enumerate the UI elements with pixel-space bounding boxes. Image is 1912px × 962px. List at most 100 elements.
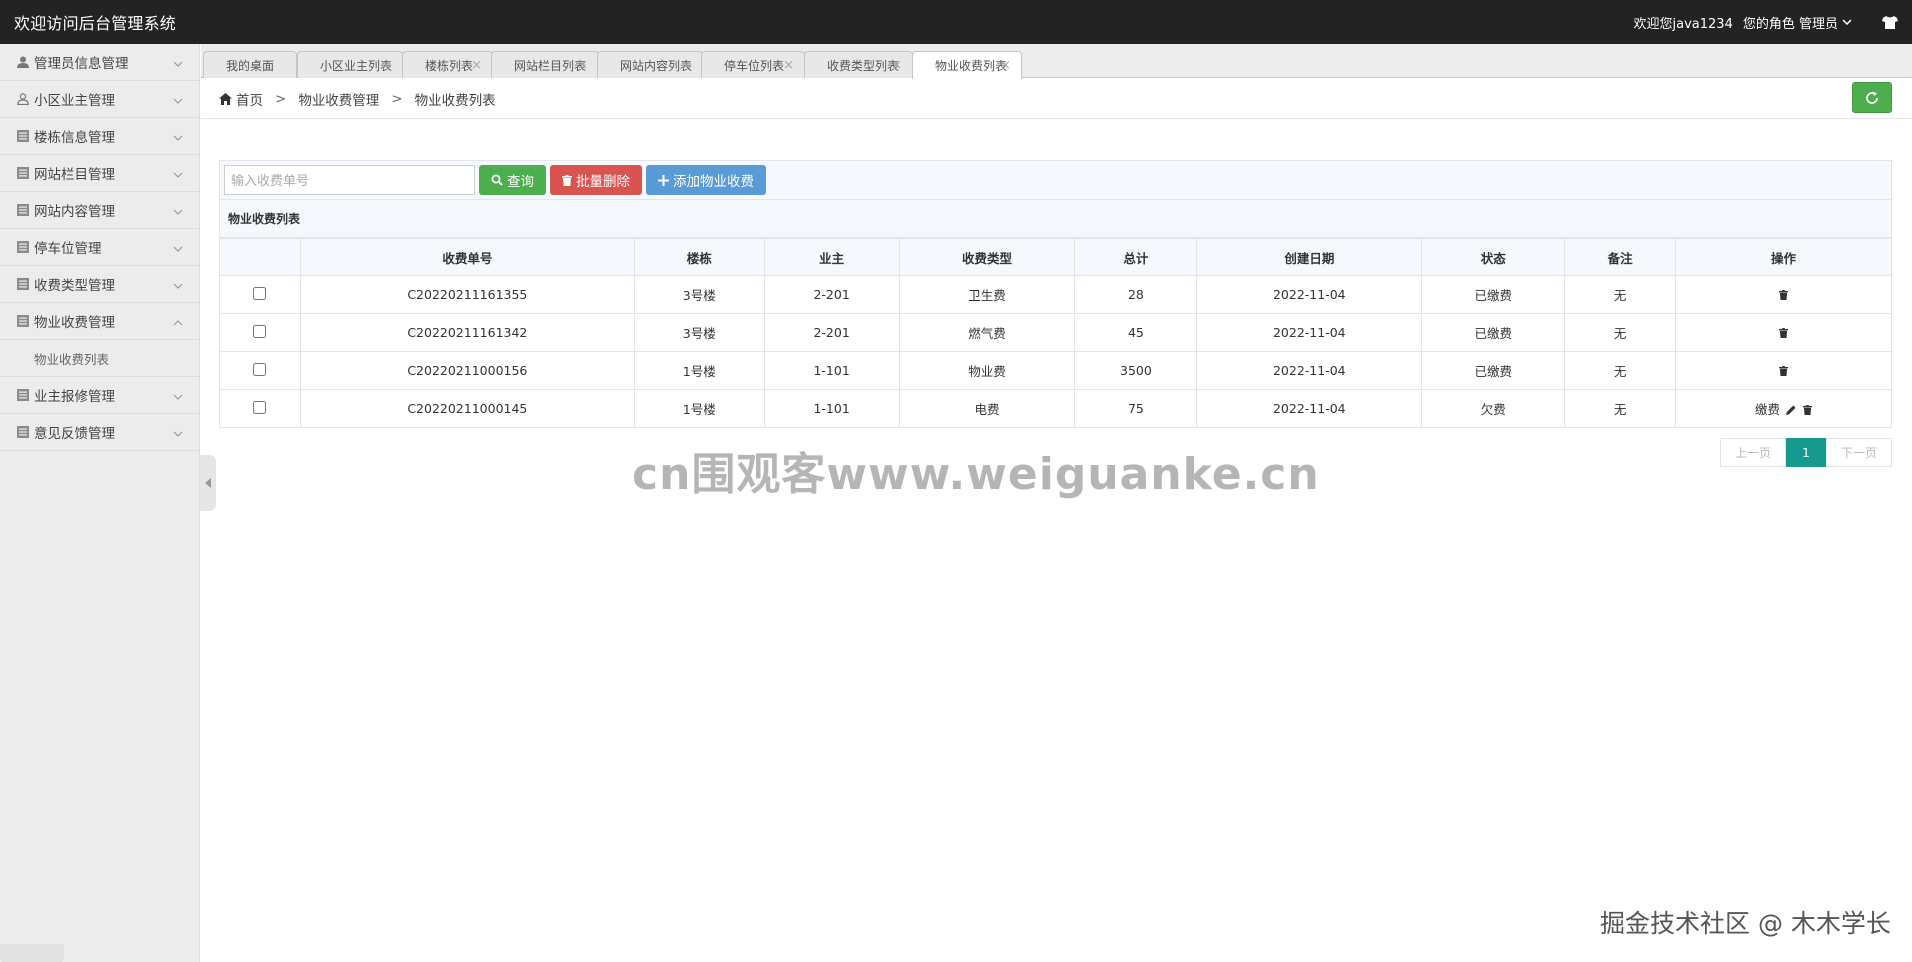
- page-number-current[interactable]: 1: [1786, 438, 1826, 467]
- tab-label: 收费类型列表: [827, 58, 900, 73]
- cell-status: 已缴费: [1421, 313, 1566, 352]
- column-header: 备注: [1564, 238, 1677, 276]
- close-icon[interactable]: ×: [381, 58, 392, 73]
- trash-icon[interactable]: [1779, 326, 1789, 341]
- cell-note: 无: [1564, 313, 1677, 352]
- search-input[interactable]: [224, 165, 475, 195]
- refresh-button[interactable]: [1852, 82, 1892, 113]
- sidebar-item[interactable]: 网站内容管理: [0, 192, 199, 229]
- tab-item[interactable]: 楼栋列表 ×: [402, 51, 493, 78]
- breadcrumb-level1[interactable]: 物业收费管理: [298, 89, 379, 109]
- chevron-down-icon: [173, 168, 183, 178]
- tab-item[interactable]: 收费类型列表 ×: [804, 51, 913, 78]
- sidebar-item-label: 小区业主管理: [34, 93, 115, 109]
- top-bar: 欢迎访问后台管理系统 欢迎您java1234 您的角色 管理员: [0, 0, 1912, 44]
- cell-actions: [1675, 351, 1892, 390]
- trash-icon[interactable]: [1779, 364, 1789, 379]
- sidebar-item-label: 收费类型管理: [34, 278, 115, 294]
- sidebar-item[interactable]: 小区业主管理: [0, 81, 199, 118]
- tab-label: 网站栏目列表: [514, 58, 587, 73]
- cell-actions: 缴费: [1675, 389, 1892, 428]
- next-page-button[interactable]: 下一页: [1826, 438, 1892, 467]
- query-button[interactable]: 查询: [479, 165, 546, 195]
- cell-actions: [1675, 313, 1892, 352]
- tab-label: 停车位列表: [724, 58, 785, 73]
- search-icon: [491, 174, 503, 186]
- add-fee-button[interactable]: 添加物业收费: [646, 165, 766, 195]
- row-checkbox[interactable]: [253, 400, 267, 414]
- caret-left-icon: [204, 478, 211, 488]
- chevron-down-icon: [173, 205, 183, 215]
- role-dropdown[interactable]: 您的角色 管理员: [1743, 13, 1852, 32]
- trash-icon[interactable]: [1779, 288, 1789, 303]
- sidebar-collapse-handle[interactable]: [200, 455, 216, 511]
- pay-link[interactable]: 缴费: [1755, 402, 1780, 417]
- edit-icon[interactable]: [1786, 403, 1796, 418]
- close-icon[interactable]: ×: [681, 58, 692, 73]
- chevron-down-icon: [173, 242, 183, 252]
- sidebar-item-label: 业主报修管理: [34, 389, 115, 405]
- sidebar-item[interactable]: 意见反馈管理: [0, 414, 199, 451]
- breadcrumb-separator: >: [275, 90, 287, 107]
- chevron-down-icon: [1842, 18, 1852, 25]
- theme-shirt-icon[interactable]: [1882, 15, 1898, 29]
- list-icon: [16, 278, 29, 291]
- user-area: 欢迎您java1234 您的角色 管理员: [1634, 13, 1898, 32]
- close-icon[interactable]: ×: [783, 58, 794, 73]
- refresh-icon: [1866, 91, 1878, 104]
- batch-delete-button[interactable]: 批量删除: [550, 165, 642, 195]
- plus-icon: [658, 174, 669, 186]
- cell-building: 3号楼: [633, 313, 765, 352]
- close-icon[interactable]: ×: [891, 58, 902, 73]
- cell-owner: 1-101: [763, 389, 900, 428]
- chevron-down-icon: [173, 57, 183, 67]
- role-label: 您的角色 管理员: [1742, 16, 1838, 32]
- sidebar-item-label: 管理员信息管理: [34, 56, 129, 72]
- tab-item[interactable]: 停车位列表 ×: [701, 51, 805, 78]
- list-icon: [16, 241, 29, 254]
- user-outline-icon: [16, 93, 29, 106]
- sidebar-item[interactable]: 管理员信息管理: [0, 44, 199, 81]
- fee-table: 收费单号 楼栋 业主 收费类型 总计 创建日期 状态 备注 操作 C20220211161355…: [219, 238, 1892, 428]
- cell-building: 3号楼: [633, 275, 765, 314]
- sidebar-item[interactable]: 物业收费管理: [0, 303, 199, 340]
- sidebar-item[interactable]: 停车位管理: [0, 229, 199, 266]
- cell-note: 无: [1564, 389, 1677, 428]
- cell-building: 1号楼: [633, 351, 765, 390]
- row-checkbox[interactable]: [253, 362, 267, 376]
- sidebar-subitem[interactable]: 物业收费列表: [0, 340, 199, 377]
- sidebar-item[interactable]: 业主报修管理: [0, 377, 199, 414]
- column-header: 状态: [1421, 238, 1566, 276]
- sidebar-item[interactable]: 网站栏目管理: [0, 155, 199, 192]
- cell-type: 燃气费: [898, 313, 1076, 352]
- welcome-text: 欢迎您java1234: [1633, 16, 1733, 32]
- trash-icon[interactable]: [1803, 403, 1813, 418]
- header-select: [219, 238, 301, 276]
- row-checkbox[interactable]: [253, 286, 267, 300]
- table-caption: 物业收费列表: [219, 200, 1892, 238]
- cell-total: 75: [1074, 389, 1198, 428]
- sidebar-item[interactable]: 收费类型管理: [0, 266, 199, 303]
- tab-item[interactable]: 网站内容列表 ×: [597, 51, 703, 78]
- cell-date: 2022-11-04: [1196, 313, 1423, 352]
- query-label: 查询: [507, 174, 534, 189]
- app-title: 欢迎访问后台管理系统: [14, 14, 177, 33]
- tab-item[interactable]: 网站栏目列表 ×: [491, 51, 599, 78]
- row-select-cell: [219, 313, 301, 352]
- prev-page-button[interactable]: 上一页: [1720, 438, 1786, 467]
- tab-item[interactable]: 小区业主列表 ×: [297, 51, 403, 78]
- tab-item[interactable]: 我的桌面: [203, 51, 297, 78]
- tab-item[interactable]: 物业收费列表 ×: [912, 51, 1022, 79]
- table-row: C20220211000145 1号楼 1-101 电费 75 2022-11-04 欠费无…: [219, 389, 1892, 428]
- breadcrumb-home[interactable]: 首页: [236, 89, 263, 109]
- cell-status: 已缴费: [1421, 351, 1566, 390]
- close-icon[interactable]: ×: [1000, 58, 1011, 73]
- sidebar-item[interactable]: 楼栋信息管理: [0, 118, 199, 155]
- column-header: 总计: [1074, 238, 1198, 276]
- close-icon[interactable]: ×: [471, 58, 482, 73]
- sidebar-item-label: 网站栏目管理: [34, 167, 115, 183]
- row-checkbox[interactable]: [253, 324, 267, 338]
- cell-date: 2022-11-04: [1196, 389, 1423, 428]
- close-icon[interactable]: ×: [577, 58, 588, 73]
- sidebar-item-label: 物业收费管理: [34, 315, 115, 331]
